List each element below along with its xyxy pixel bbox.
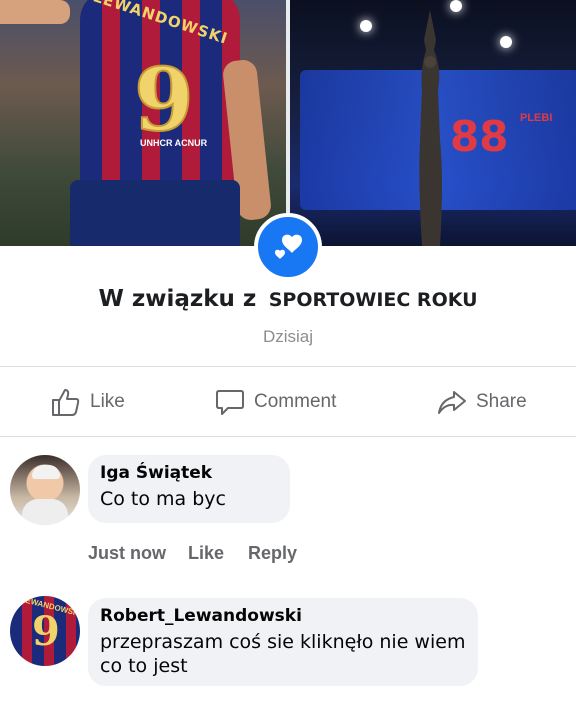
divider xyxy=(0,366,576,367)
event-title: W związku z SPORTOWIEC ROKU xyxy=(0,285,576,312)
stage-word-text: PLEBI xyxy=(520,112,553,124)
hero-image-football: LEWANDOWSKI 9 UNHCR ACNUR xyxy=(0,0,286,246)
comment-reply-button[interactable]: Reply xyxy=(248,543,297,564)
comment-text: przepraszam coś sie kliknęło nie wiem co… xyxy=(100,631,466,677)
comment-button[interactable]: Comment xyxy=(214,382,336,422)
share-button[interactable]: Share xyxy=(436,382,527,422)
comment-like-button[interactable]: Like xyxy=(188,543,224,564)
heart-icon xyxy=(254,213,322,281)
event-name[interactable]: SPORTOWIEC ROKU xyxy=(269,289,478,311)
comment-bubble: Robert_Lewandowski przepraszam coś sie k… xyxy=(88,598,478,686)
divider xyxy=(0,436,576,437)
hero-image-strip: LEWANDOWSKI 9 UNHCR ACNUR 88 PLEBI xyxy=(0,0,576,246)
jersey-number-text: 9 xyxy=(133,49,195,152)
statue-icon xyxy=(410,10,450,246)
cap-shape xyxy=(32,465,60,479)
share-icon xyxy=(438,391,466,414)
stage-light xyxy=(360,20,372,32)
hero-image-award: 88 PLEBI xyxy=(290,0,576,246)
shirt-shape xyxy=(22,499,68,525)
comment-author[interactable]: Robert_Lewandowski xyxy=(100,606,466,626)
event-date: Dzisiaj xyxy=(262,327,314,346)
like-label: Like xyxy=(90,391,125,412)
thumbs-up-icon xyxy=(52,389,80,416)
stage-light xyxy=(450,0,462,12)
avatar[interactable]: LEWANDOWSKI 9 xyxy=(10,596,80,666)
arm-shape xyxy=(0,0,70,24)
comment-timestamp[interactable]: Just now xyxy=(88,543,166,564)
comment-icon xyxy=(216,390,244,415)
comment-bubble: Iga Świątek Co to ma byc xyxy=(88,455,290,523)
event-prefix: W związku z xyxy=(98,286,257,312)
stage-number-text: 88 xyxy=(450,112,509,161)
avatar[interactable] xyxy=(10,455,80,525)
comment-text: Co to ma byc xyxy=(100,488,226,510)
stage-light xyxy=(500,36,512,48)
comment-label: Comment xyxy=(254,391,337,412)
share-label: Share xyxy=(476,391,527,412)
comment-author[interactable]: Iga Świątek xyxy=(100,463,278,483)
shorts-shape xyxy=(70,180,240,246)
avatar-jersey-number: 9 xyxy=(32,608,60,655)
like-button[interactable]: Like xyxy=(50,382,125,422)
jersey-badge-text: UNHCR ACNUR xyxy=(140,138,208,148)
